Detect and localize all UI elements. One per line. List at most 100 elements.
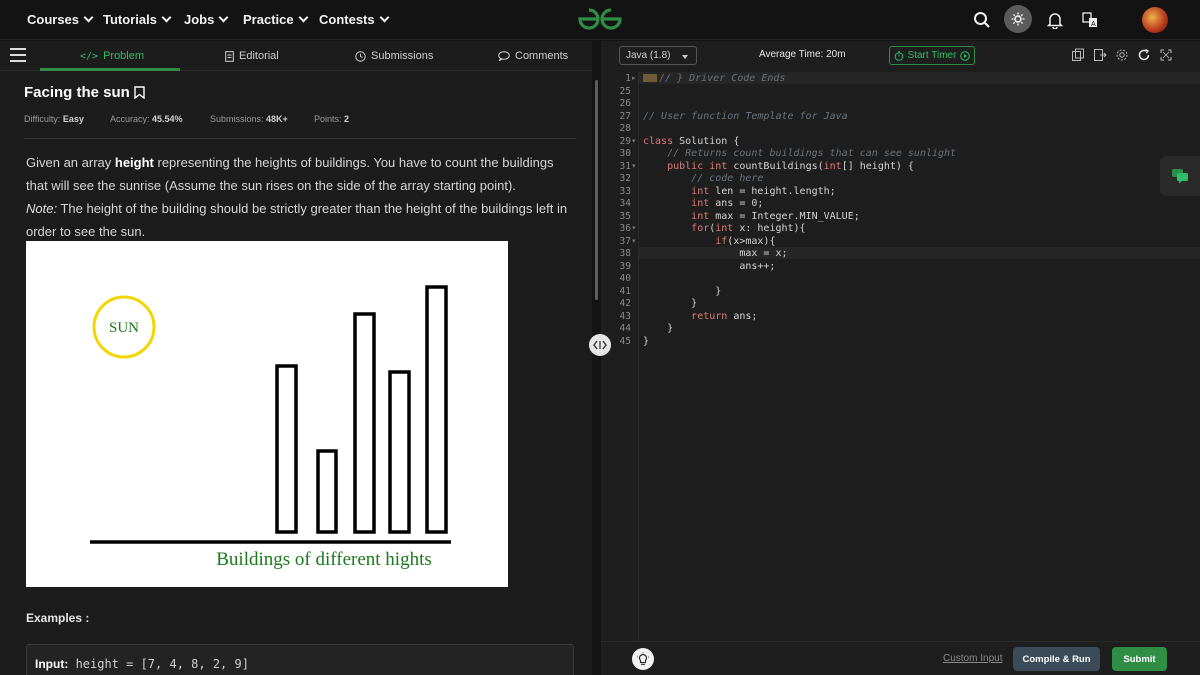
refresh-icon[interactable] xyxy=(1137,48,1151,62)
bookmark-icon[interactable] xyxy=(134,86,145,99)
split-resize-handle[interactable] xyxy=(589,334,611,356)
nav-contests[interactable]: Contests xyxy=(319,12,390,27)
nav-tutorials[interactable]: Tutorials xyxy=(103,12,172,27)
folded-region-marker[interactable] xyxy=(643,74,657,82)
figure-sun-label: SUN xyxy=(109,320,139,336)
desc-text-1: Given an array xyxy=(26,155,115,170)
building-5 xyxy=(425,285,448,534)
caret-down-icon xyxy=(682,55,688,59)
nav-jobs[interactable]: Jobs xyxy=(184,12,229,27)
submissions-meta: Submissions: 48K+ xyxy=(210,114,288,124)
code-line: int ans = 0; xyxy=(691,198,764,209)
code-line: // Returns count buildings that can see … xyxy=(667,148,957,159)
problem-tabs: </> Problem Editorial Submissions Commen… xyxy=(0,41,592,71)
nav-jobs-label: Jobs xyxy=(184,12,215,27)
line-number: 32 xyxy=(619,173,631,184)
nav-tutorials-label: Tutorials xyxy=(103,12,157,27)
example-input-value: height = [7, 4, 8, 2, 9] xyxy=(75,657,249,671)
code-line: max = x; xyxy=(643,248,788,259)
code-line: } xyxy=(643,335,650,347)
collapse-fold-icon[interactable]: ▾ xyxy=(632,237,636,245)
tab-editorial[interactable]: Editorial xyxy=(225,50,279,62)
example-input-label: Input: xyxy=(35,657,69,671)
play-icon xyxy=(960,50,971,61)
line-number: 27 xyxy=(619,110,631,122)
copy-icon[interactable] xyxy=(1071,48,1085,62)
svg-text:A: A xyxy=(1091,21,1096,28)
desc-bold: height xyxy=(114,155,154,170)
line-number: 35 xyxy=(619,210,631,222)
code-line: } xyxy=(643,298,698,309)
note-text: The height of the building should be str… xyxy=(26,201,568,239)
tab-submissions[interactable]: Submissions xyxy=(355,50,433,62)
export-icon[interactable] xyxy=(1093,48,1107,62)
collapse-fold-icon[interactable]: ▾ xyxy=(632,137,636,145)
hint-button[interactable] xyxy=(632,648,654,670)
code-line: return ans; xyxy=(691,310,758,322)
nav-contests-label: Contests xyxy=(319,12,375,27)
nav-practice[interactable]: Practice xyxy=(243,12,309,27)
user-avatar[interactable] xyxy=(1142,7,1168,33)
chevron-down-icon xyxy=(218,12,229,23)
code-line: int max = Integer.MIN_VALUE; xyxy=(691,210,860,222)
fullscreen-icon[interactable] xyxy=(1159,48,1173,62)
tab-problem[interactable]: </> Problem xyxy=(80,50,144,62)
code-line: for(int x: height){ xyxy=(691,223,806,234)
code-line: class Solution { xyxy=(643,135,740,147)
accuracy-value: 45.54% xyxy=(152,114,183,124)
chevron-down-icon xyxy=(379,12,390,23)
search-icon[interactable] xyxy=(970,8,994,32)
collapse-fold-icon[interactable]: ▾ xyxy=(632,224,636,232)
line-number: 30 xyxy=(619,148,631,159)
chevron-down-icon xyxy=(83,12,94,23)
clock-icon xyxy=(355,50,366,62)
line-number: 1 xyxy=(625,73,631,84)
points-value: 2 xyxy=(344,114,350,124)
language-select[interactable]: Java (1.8) xyxy=(619,46,697,65)
note-label: Note: xyxy=(26,201,58,216)
line-number: 36 xyxy=(619,223,631,234)
problem-panel: </> Problem Editorial Submissions Commen… xyxy=(0,41,592,675)
tab-editorial-label: Editorial xyxy=(239,50,279,62)
editor-panel: Java (1.8) Average Time: 20m Start Timer… xyxy=(601,41,1200,675)
line-number: 39 xyxy=(619,260,631,272)
top-navbar: Courses Tutorials Jobs Practice Contests… xyxy=(0,0,1200,40)
code-line: public int countBuildings(int[] height) … xyxy=(667,160,914,172)
theme-toggle-button[interactable] xyxy=(1004,5,1032,33)
points-meta: Points: 2 xyxy=(314,114,349,124)
custom-input-link[interactable]: Custom Input xyxy=(943,653,1002,664)
line-gutter: 1 ▸ 25 26 27 28 29 ▾ 30 31 ▾ 32 33 34 35 36 ▾ 37 ▾ 38 39 40 41… xyxy=(601,71,639,641)
translate-icon[interactable]: A xyxy=(1078,8,1102,32)
nav-courses[interactable]: Courses xyxy=(27,12,94,27)
gear-icon[interactable] xyxy=(1115,48,1129,62)
nav-courses-label: Courses xyxy=(27,12,80,27)
code-editor[interactable]: 1 ▸ 25 26 27 28 29 ▾ 30 31 ▾ 32 33 34 35 36 ▾ 37 ▾ 38 39 40 41… xyxy=(601,71,1200,641)
code-line: // User function Template for Java xyxy=(643,110,848,122)
examples-heading: Examples : xyxy=(26,611,90,625)
expand-fold-icon[interactable]: ▸ xyxy=(632,74,636,82)
points-label: Points: xyxy=(314,114,342,124)
start-timer-label: Start Timer xyxy=(907,50,957,61)
line-number: 34 xyxy=(619,198,631,209)
submissions-label: Submissions: xyxy=(210,114,264,124)
compile-run-button[interactable]: Compile & Run xyxy=(1013,647,1100,671)
left-scrollbar[interactable] xyxy=(595,80,598,300)
tab-comments[interactable]: Comments xyxy=(498,50,568,62)
bell-icon[interactable] xyxy=(1043,8,1067,32)
lightbulb-icon xyxy=(637,652,649,665)
line-number: 42 xyxy=(619,298,631,309)
submit-button[interactable]: Submit xyxy=(1112,647,1167,671)
line-number: 29 xyxy=(619,135,631,147)
hamburger-menu-icon[interactable] xyxy=(10,48,26,66)
line-number: 25 xyxy=(619,85,631,97)
difficulty-meta: Difficulty: Easy xyxy=(24,114,84,124)
editor-header: Java (1.8) Average Time: 20m Start Timer xyxy=(601,41,1200,69)
gfg-logo[interactable] xyxy=(576,6,624,37)
start-timer-button[interactable]: Start Timer xyxy=(889,46,975,65)
building-3 xyxy=(353,312,376,534)
line-number: 31 xyxy=(619,160,631,172)
line-number: 44 xyxy=(619,323,631,334)
divider xyxy=(24,138,576,139)
chat-button[interactable] xyxy=(1160,156,1200,196)
collapse-fold-icon[interactable]: ▾ xyxy=(632,162,636,170)
